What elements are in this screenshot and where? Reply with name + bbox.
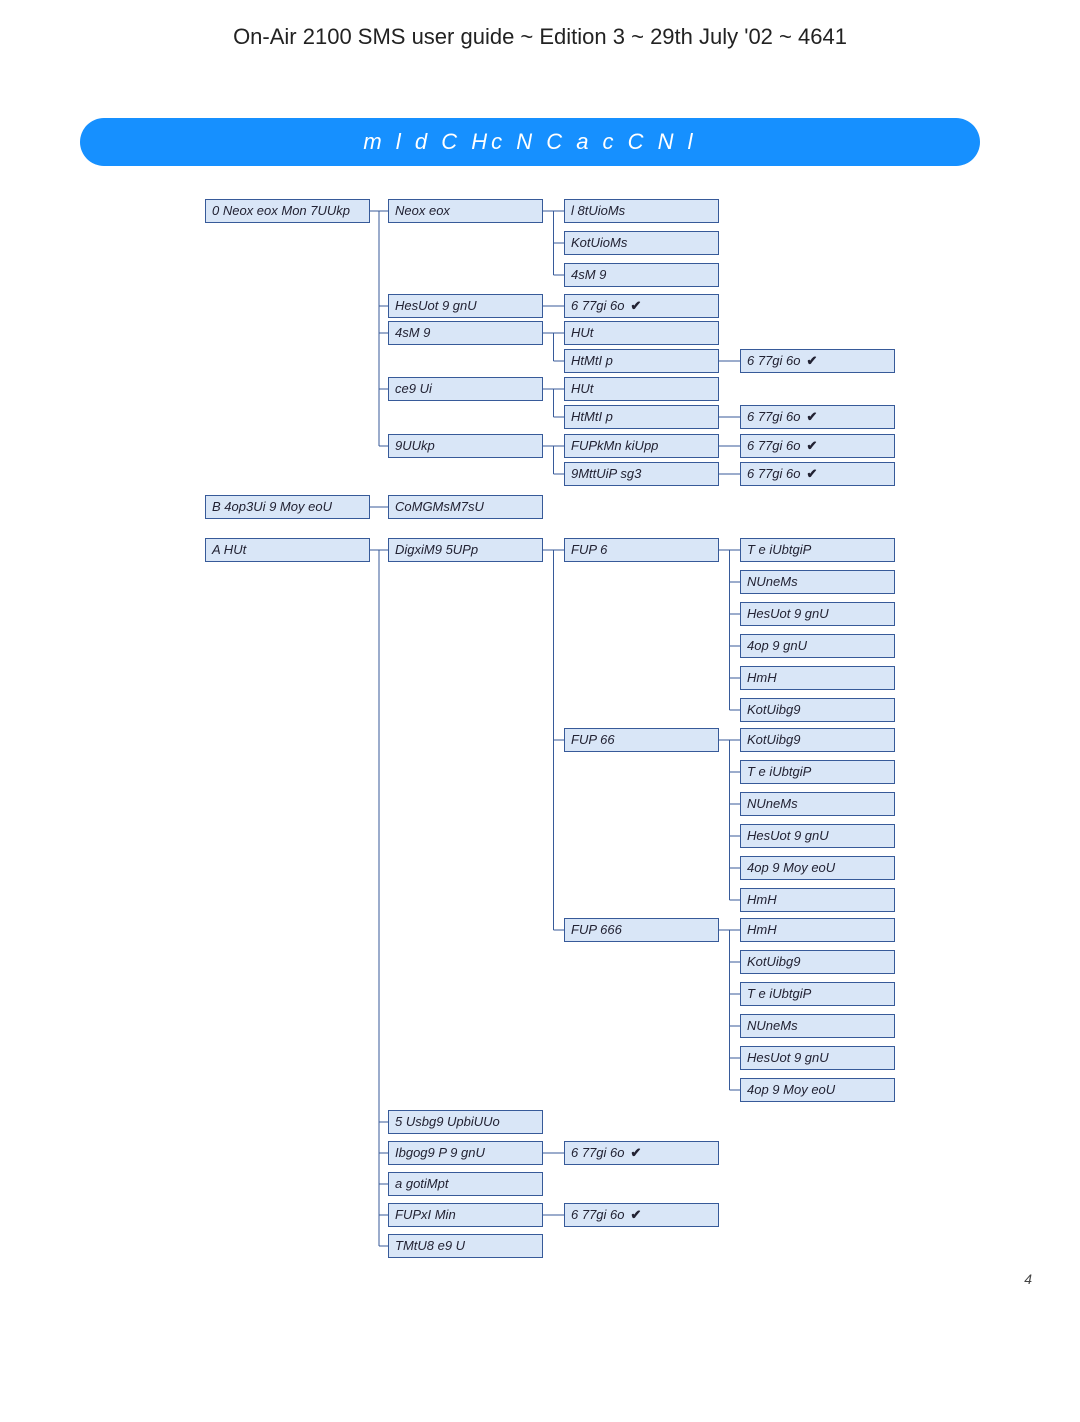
menu-node: CoMGMsM7sU xyxy=(388,495,543,519)
menu-node: KotUibg9 xyxy=(740,728,895,752)
menu-node: HesUot 9 gnU xyxy=(740,1046,895,1070)
menu-node: 6 77gi 6o xyxy=(564,1203,719,1227)
menu-node: a gotiMpt xyxy=(388,1172,543,1196)
menu-node: FUP 666 xyxy=(564,918,719,942)
page-number: 4 xyxy=(1024,1271,1032,1287)
menu-node: 4sM 9 xyxy=(388,321,543,345)
menu-node: NUneMs xyxy=(740,1014,895,1038)
menu-node: FUP 66 xyxy=(564,728,719,752)
menu-node: l 8tUioMs xyxy=(564,199,719,223)
menu-node: Ibgog9 P 9 gnU xyxy=(388,1141,543,1165)
menu-node: Neox eox xyxy=(388,199,543,223)
menu-node: A HUt xyxy=(205,538,370,562)
menu-node: FUPxI Min xyxy=(388,1203,543,1227)
menu-node: HUt xyxy=(564,321,719,345)
menu-node: DigxiM9 5UPp xyxy=(388,538,543,562)
menu-node: TMtU8 e9 U xyxy=(388,1234,543,1258)
menu-node: HmH xyxy=(740,888,895,912)
menu-node: FUP 6 xyxy=(564,538,719,562)
menu-node: T e iUbtgiP xyxy=(740,538,895,562)
menu-node: 4op 9 Moy eoU xyxy=(740,1078,895,1102)
menu-node: HmH xyxy=(740,918,895,942)
menu-node: 4op 9 Moy eoU xyxy=(740,856,895,880)
menu-node: T e iUbtgiP xyxy=(740,982,895,1006)
menu-node: HtMtI p xyxy=(564,405,719,429)
menu-node: 5 Usbg9 UpbiUUo xyxy=(388,1110,543,1134)
menu-node: 6 77gi 6o xyxy=(740,462,895,486)
menu-node: T e iUbtgiP xyxy=(740,760,895,784)
menu-node: B 4op3Ui 9 Moy eoU xyxy=(205,495,370,519)
menu-node: ce9 Ui xyxy=(388,377,543,401)
menu-node: 6 77gi 6o xyxy=(740,349,895,373)
menu-node: KotUibg9 xyxy=(740,950,895,974)
menu-node: 0 Neox eox Mon 7UUkp xyxy=(205,199,370,223)
menu-node: KotUibg9 xyxy=(740,698,895,722)
menu-node: HUt xyxy=(564,377,719,401)
menu-node: 6 77gi 6o xyxy=(564,294,719,318)
menu-node: 6 77gi 6o xyxy=(740,434,895,458)
menu-node: 9UUkp xyxy=(388,434,543,458)
menu-node: HtMtI p xyxy=(564,349,719,373)
menu-node: HmH xyxy=(740,666,895,690)
menu-node: NUneMs xyxy=(740,570,895,594)
menu-node: HesUot 9 gnU xyxy=(740,824,895,848)
menu-node: KotUioMs xyxy=(564,231,719,255)
menu-node: FUPkMn kiUpp xyxy=(564,434,719,458)
menu-node: 4op 9 gnU xyxy=(740,634,895,658)
menu-node: 9MttUiP sg3 xyxy=(564,462,719,486)
menu-node: NUneMs xyxy=(740,792,895,816)
menu-node: 6 77gi 6o xyxy=(564,1141,719,1165)
menu-node: HesUot 9 gnU xyxy=(388,294,543,318)
menu-node: 6 77gi 6o xyxy=(740,405,895,429)
page-header: On-Air 2100 SMS user guide ~ Edition 3 ~… xyxy=(0,24,1080,50)
section-banner: m l d C Hc N C a c C N l xyxy=(80,118,980,166)
menu-node: HesUot 9 gnU xyxy=(740,602,895,626)
menu-node: 4sM 9 xyxy=(564,263,719,287)
